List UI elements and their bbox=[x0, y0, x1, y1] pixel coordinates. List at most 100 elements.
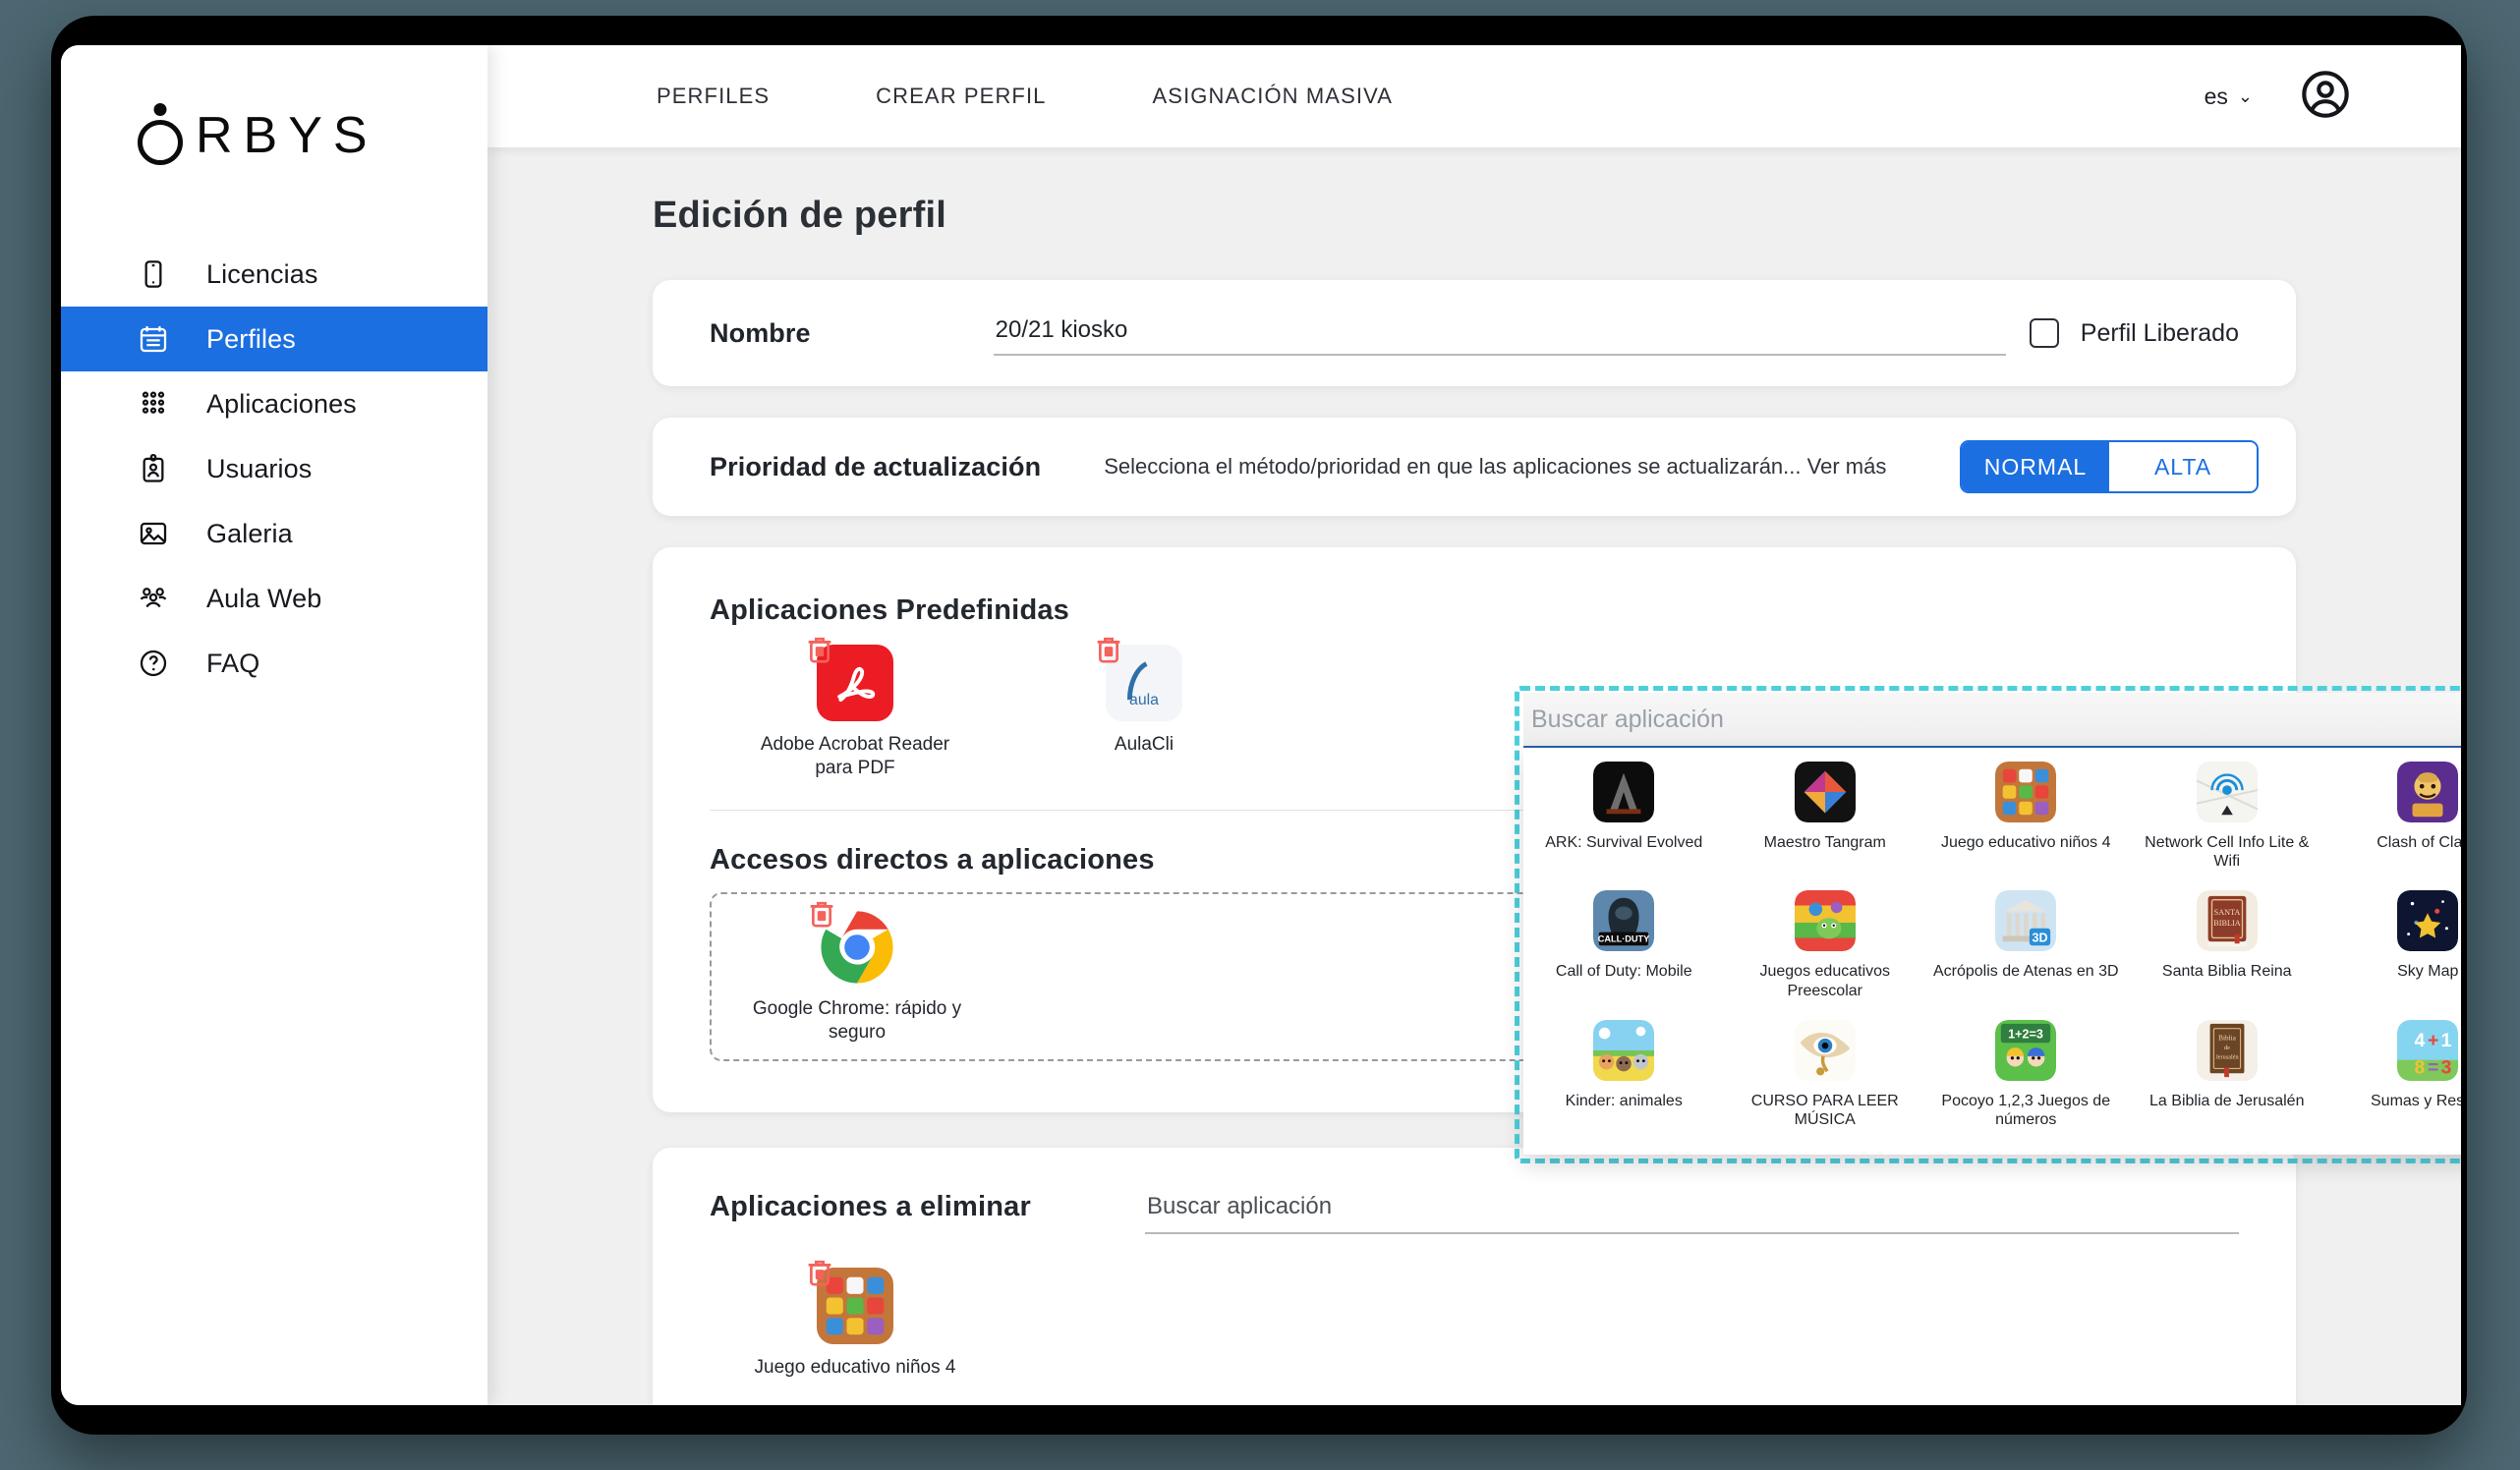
sumas-restas-icon: 4 +1 8 = 3 bbox=[2397, 1019, 2459, 1081]
trash-icon[interactable] bbox=[803, 1256, 836, 1289]
calendar-icon bbox=[138, 323, 169, 355]
nombre-label: Nombre bbox=[710, 317, 811, 348]
app-option-curso-musica[interactable]: CURSO PARA LEER MÚSICA bbox=[1725, 1019, 1926, 1129]
app-option-call-of-duty[interactable]: CALL·DUTY Call of Duty: Mobile bbox=[1523, 890, 1725, 999]
brand-name: RBYS bbox=[196, 107, 378, 164]
app-results-row: Kinder: animales CURSO PARA LEER MÚSICA … bbox=[1523, 1006, 2461, 1135]
sidebar-item-perfiles[interactable]: Perfiles bbox=[61, 307, 487, 371]
eliminar-search-input[interactable] bbox=[1144, 1190, 2239, 1234]
app-option-label: Juego educativo niños 4 bbox=[1940, 834, 2111, 851]
app-tile-juego-educativo[interactable]: Juego educativo niños 4 bbox=[745, 1260, 965, 1380]
account-circle-icon[interactable] bbox=[2300, 69, 2351, 125]
priority-card: Prioridad de actualización Selecciona el… bbox=[653, 418, 2296, 516]
sidebar-item-label: Aplicaciones bbox=[206, 388, 357, 419]
sidebar-item-label: Licencias bbox=[206, 258, 318, 289]
priority-option-normal[interactable]: NORMAL bbox=[1962, 442, 2109, 491]
priority-option-alta[interactable]: ALTA bbox=[2109, 442, 2257, 491]
app-label: Juego educativo niños 4 bbox=[754, 1356, 956, 1378]
ark-icon bbox=[1593, 762, 1655, 822]
app-label: AulaCli bbox=[1114, 734, 1174, 755]
tab-crear-perfil[interactable]: CREAR PERFIL bbox=[876, 84, 1046, 109]
app-option-santa-biblia[interactable]: SANTA BIBLIA Santa Biblia Reina bbox=[2127, 890, 2328, 999]
language-selector[interactable]: es ⌄ bbox=[2205, 84, 2253, 110]
tab-asignacion-masiva[interactable]: ASIGNACIÓN MASIVA bbox=[1153, 84, 1393, 109]
app-option-label: Acrópolis de Atenas en 3D bbox=[1932, 963, 2119, 981]
app-option-label: Pocoyo 1,2,3 Juegos de números bbox=[1941, 1092, 2111, 1128]
app-option-biblia-jerusalen[interactable]: Biblia de Jerusalén La Biblia de Jerusalén bbox=[2127, 1019, 2328, 1129]
prioridad-description: Selecciona el método/prioridad en que la… bbox=[1104, 454, 1887, 479]
app-option-label: Network Cell Info Lite & Wifi bbox=[2145, 834, 2310, 871]
priority-toggle: NORMAL ALTA bbox=[1960, 440, 2259, 493]
app-option-label: Juegos educativos Preescolar bbox=[1759, 963, 1891, 999]
dropdown-search-row bbox=[1523, 693, 2461, 748]
app-tile-aulaclic[interactable]: aula AulaCli bbox=[1034, 637, 1254, 780]
app-option-sumas-restas[interactable]: 4+18=3 Sumas y Restas bbox=[2327, 1019, 2461, 1129]
app-label: Adobe Acrobat Reader para PDF bbox=[760, 734, 950, 778]
acropolis-icon: 3D bbox=[1995, 890, 2057, 952]
sidebar-item-galeria[interactable]: Galeria bbox=[61, 501, 487, 566]
app-option-label: Maestro Tangram bbox=[1763, 834, 1886, 851]
svg-text:8: 8 bbox=[2415, 1056, 2426, 1078]
sidebar-item-usuarios[interactable]: Usuarios bbox=[61, 436, 487, 501]
app-option-sky-map[interactable]: Sky Map bbox=[2327, 890, 2461, 999]
svg-text:SANTA: SANTA bbox=[2213, 909, 2240, 918]
prioridad-label: Prioridad de actualización bbox=[710, 451, 1042, 481]
svg-text:aula: aula bbox=[1129, 692, 1159, 708]
svg-text:1: 1 bbox=[2441, 1030, 2452, 1051]
sidebar-item-aula-web[interactable]: Aula Web bbox=[61, 566, 487, 631]
sidebar-item-licencias[interactable]: Licencias bbox=[61, 242, 487, 307]
svg-text:CALL·DUTY: CALL·DUTY bbox=[1598, 934, 1650, 944]
sidebar-item-label: Usuarios bbox=[206, 453, 313, 483]
trash-icon[interactable] bbox=[803, 633, 836, 666]
app-label: Google Chrome: rápido y seguro bbox=[752, 997, 962, 1043]
kinder-icon bbox=[1593, 1019, 1655, 1081]
app-option-ark[interactable]: ARK: Survival Evolved bbox=[1523, 762, 1725, 871]
logo-o-glyph bbox=[138, 120, 183, 165]
app-option-clash-of-clans[interactable]: Clash of Clans bbox=[2327, 762, 2461, 871]
app-option-pocoyo[interactable]: 1+2=3 Pocoyo 1,2,3 Juegos de números bbox=[1925, 1019, 2127, 1129]
perfil-liberado-label: Perfil Liberado bbox=[2080, 318, 2239, 347]
app-option-acropolis[interactable]: 3D Acrópolis de Atenas en 3D bbox=[1925, 890, 2127, 999]
main-content: Edición de perfil Nombre Perfil Liberado… bbox=[487, 147, 2461, 1405]
perfil-liberado-checkbox[interactable]: Perfil Liberado bbox=[2029, 318, 2239, 348]
app-option-label: Clash of Clans bbox=[2377, 834, 2461, 851]
checkbox-box-icon bbox=[2029, 318, 2059, 348]
app-search-input[interactable] bbox=[1523, 705, 2461, 734]
sidebar-item-label: FAQ bbox=[206, 648, 260, 678]
app-tile-google-chrome[interactable]: Google Chrome: rápido y seguro bbox=[747, 901, 967, 1045]
people-icon bbox=[138, 583, 169, 614]
grid-dots-icon bbox=[138, 388, 169, 420]
clash-icon bbox=[2397, 762, 2459, 822]
app-search-dropdown: ARK: Survival Evolved Maestro Tangram bbox=[1515, 686, 2461, 1163]
sidebar-item-label: Aula Web bbox=[206, 583, 322, 613]
app-option-label: CURSO PARA LEER MÚSICA bbox=[1750, 1092, 1899, 1128]
app-results-list[interactable]: ARK: Survival Evolved Maestro Tangram Ju… bbox=[1523, 748, 2461, 1155]
svg-text:BIBLIA: BIBLIA bbox=[2213, 919, 2240, 928]
sidebar-nav: Licencias Perfiles Aplicaciones Usuarios… bbox=[61, 242, 487, 696]
name-card: Nombre Perfil Liberado bbox=[653, 280, 2296, 386]
tangram-icon bbox=[1794, 762, 1856, 822]
sidebar-item-aplicaciones[interactable]: Aplicaciones bbox=[61, 371, 487, 436]
app-option-preescolar[interactable]: Juegos educativos Preescolar bbox=[1725, 890, 1926, 999]
svg-text:+: + bbox=[2428, 1030, 2438, 1051]
trash-icon[interactable] bbox=[805, 897, 838, 931]
tab-perfiles[interactable]: PERFILES bbox=[657, 84, 770, 109]
svg-text:Biblia: Biblia bbox=[2218, 1034, 2237, 1042]
trash-icon[interactable] bbox=[1092, 633, 1125, 666]
svg-text:4: 4 bbox=[2415, 1030, 2426, 1051]
nombre-input[interactable] bbox=[993, 311, 2006, 356]
app-option-kinder-animales[interactable]: Kinder: animales bbox=[1523, 1019, 1725, 1129]
app-tile-adobe-acrobat[interactable]: Adobe Acrobat Reader para PDF bbox=[745, 637, 965, 780]
pocoyo-icon: 1+2=3 bbox=[1995, 1019, 2057, 1081]
svg-text:1+2=3: 1+2=3 bbox=[2008, 1027, 2043, 1041]
svg-text:3: 3 bbox=[2441, 1056, 2452, 1078]
sidebar-item-faq[interactable]: FAQ bbox=[61, 631, 487, 696]
chevron-down-icon: ⌄ bbox=[2237, 85, 2253, 106]
network-cell-icon bbox=[2196, 762, 2258, 822]
app-option-network-cell[interactable]: Network Cell Info Lite & Wifi bbox=[2127, 762, 2328, 871]
brand-logo: RBYS bbox=[138, 106, 487, 165]
app-option-tangram[interactable]: Maestro Tangram bbox=[1725, 762, 1926, 871]
app-option-juego-educativo[interactable]: Juego educativo niños 4 bbox=[1925, 762, 2127, 871]
id-card-icon bbox=[138, 453, 169, 484]
predefinidas-title: Aplicaciones Predefinidas bbox=[710, 594, 1070, 626]
